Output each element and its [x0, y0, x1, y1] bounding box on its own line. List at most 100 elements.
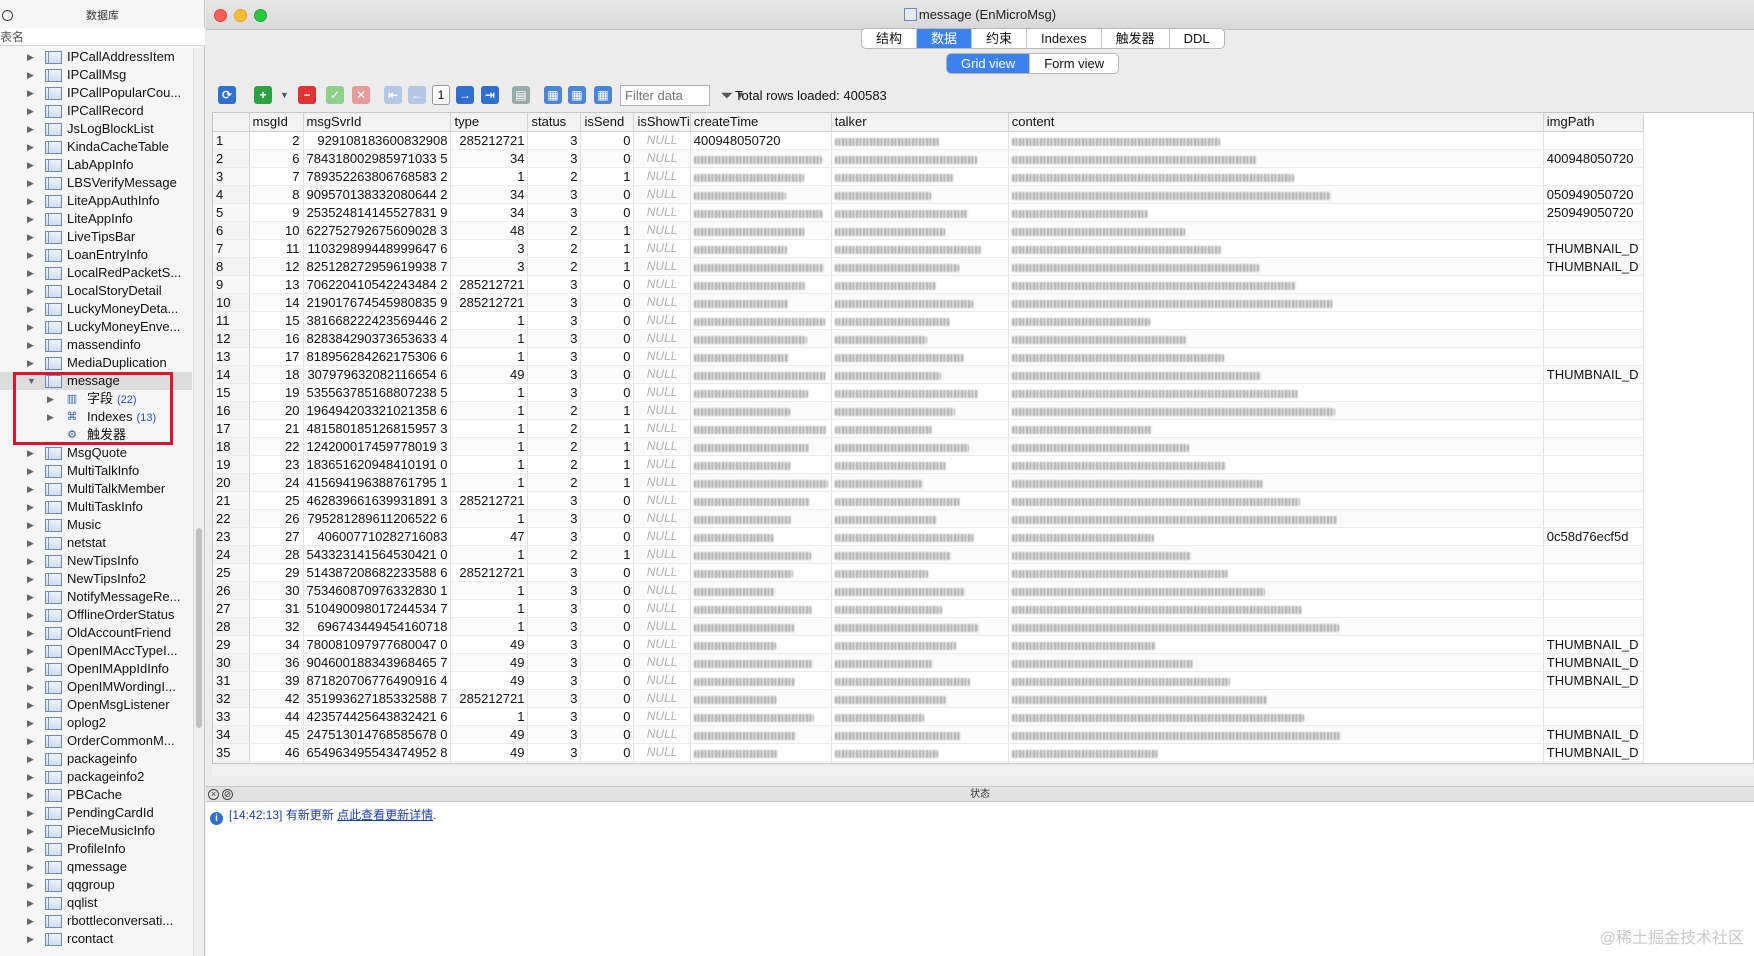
tab-2[interactable]: 约束	[972, 29, 1028, 48]
cell-msgid[interactable]: 20	[249, 401, 304, 420]
previous-page-icon[interactable]: ←	[408, 86, 426, 104]
table-row[interactable]: 33 44 423574425643832421 6 1 3 0 NULL	[213, 707, 1644, 726]
cell-status[interactable]: 3	[527, 293, 582, 312]
cell-msgsvrid[interactable]: 124200017459778019 3	[303, 437, 452, 456]
disclosure-closed-icon[interactable]: ▶	[27, 246, 37, 264]
cell-issend[interactable]: 1	[580, 401, 635, 420]
cell-issend[interactable]: 1	[580, 545, 635, 564]
disclosure-closed-icon[interactable]: ▶	[27, 732, 37, 750]
cell-imgpath[interactable]	[1543, 419, 1644, 438]
cell-msgsvrid[interactable]: 406007710282716083	[303, 527, 452, 546]
disclosure-closed-icon[interactable]: ▶	[27, 516, 37, 534]
cell-msgid[interactable]: 32	[249, 617, 304, 636]
redacted-cell[interactable]	[831, 257, 1009, 276]
redacted-cell[interactable]	[690, 293, 832, 312]
sidebar-table-item[interactable]: ▶ PieceMusicInfo	[0, 822, 192, 840]
cell-type[interactable]: 48	[450, 221, 529, 240]
cell-status[interactable]: 3	[527, 365, 582, 384]
redacted-cell[interactable]	[831, 707, 1009, 726]
sidebar-table-item[interactable]: ▶ KindaCacheTable	[0, 138, 192, 156]
cell-msgsvrid[interactable]: 909570138332080644 2	[303, 185, 452, 204]
disclosure-closed-icon[interactable]: ▶	[27, 318, 37, 336]
redacted-cell[interactable]	[1008, 617, 1544, 636]
cell-msgsvrid[interactable]: 514387208682233588 6	[303, 563, 452, 582]
cell-imgpath[interactable]: THUMBNAIL_D	[1543, 671, 1644, 690]
redacted-cell[interactable]	[1008, 707, 1544, 726]
cell-type[interactable]: 1	[450, 383, 529, 402]
table-row[interactable]: 9 13 706220410542243484 2 285212721 3 0 NULL	[213, 275, 1644, 294]
cell-isshowtimer[interactable]: NULL	[633, 401, 691, 420]
table-row[interactable]: 11 15 381668222423569446 2 1 3 0 NULL	[213, 311, 1644, 330]
table-row[interactable]: 1 2 929108183600832908 285212721 3 0 NULL 40094…	[213, 131, 1644, 150]
table-row[interactable]: 18 22 124200017459778019 3 1 2 1 NULL	[213, 437, 1644, 456]
disclosure-closed-icon[interactable]: ▶	[27, 750, 37, 768]
redacted-cell[interactable]	[690, 761, 832, 763]
redacted-cell[interactable]	[690, 365, 832, 384]
data-grid[interactable]: msgId msgSvrId type status isSend isShowTi cre…	[212, 112, 1754, 764]
column-header-msgsvrid[interactable]: msgSvrId	[303, 113, 452, 132]
redacted-cell[interactable]	[1008, 275, 1544, 294]
redacted-cell[interactable]	[690, 581, 832, 600]
sidebar-table-item[interactable]: ▶ rcontact	[0, 930, 192, 948]
sidebar-table-item[interactable]: ▶ LiteAppAuthInfo	[0, 192, 192, 210]
cell-type[interactable]: 49	[450, 653, 529, 672]
cell-createtime[interactable]: 400948050720	[690, 131, 832, 150]
disclosure-closed-icon[interactable]: ▶	[27, 624, 37, 642]
cell-msgsvrid[interactable]: 784318002985971033 5	[303, 149, 452, 168]
column-header-talker[interactable]: talker	[831, 113, 1009, 132]
sidebar-table-item[interactable]: ▶ MediaDuplication	[0, 354, 192, 372]
cell-status[interactable]: 3	[527, 617, 582, 636]
disclosure-closed-icon[interactable]: ▶	[27, 642, 37, 660]
cell-issend[interactable]: 0	[580, 743, 635, 762]
cell-isshowtimer[interactable]: NULL	[633, 653, 691, 672]
sidebar-scrollbar[interactable]	[193, 48, 204, 956]
tab-0[interactable]: 结构	[862, 29, 918, 48]
sidebar-table-item[interactable]: ▶ massendinfo	[0, 336, 192, 354]
cell-msgid[interactable]: 46	[249, 743, 304, 762]
redacted-cell[interactable]	[690, 167, 832, 186]
sidebar-child-item[interactable]: ▶ ▥ 字段 (22)	[0, 390, 192, 408]
redacted-cell[interactable]	[831, 239, 1009, 258]
table-row[interactable]: 3647145146077509705326 9130NULL	[213, 761, 1644, 763]
redacted-cell[interactable]	[831, 167, 1009, 186]
disclosure-closed-icon[interactable]: ▶	[27, 786, 37, 804]
cell-issend[interactable]: 0	[580, 689, 635, 708]
cell-imgpath[interactable]	[1543, 275, 1644, 294]
redacted-cell[interactable]	[1008, 203, 1544, 222]
disclosure-closed-icon[interactable]: ▶	[27, 876, 37, 894]
cell-msgsvrid[interactable]: 706220410542243484 2	[303, 275, 452, 294]
redacted-cell[interactable]	[690, 545, 832, 564]
table-row[interactable]: 21 25 462839661639931891 3 285212721 3 0 NULL	[213, 491, 1644, 510]
sidebar-table-item[interactable]: ▶ LuckyMoneyDeta...	[0, 300, 192, 318]
sidebar-table-item[interactable]: ▶ OpenIMAccTypeI...	[0, 642, 192, 660]
sidebar-table-item[interactable]: ▶ MultiTalkMember	[0, 480, 192, 498]
table-row[interactable]: 35 46 654963495543474952 8 49 3 0 NULL THUMBNAI…	[213, 743, 1644, 762]
cell-isshowtimer[interactable]: NULL	[633, 383, 691, 402]
cell-imgpath[interactable]	[1543, 329, 1644, 348]
cell-msgsvrid[interactable]: 828384290373653633 4	[303, 329, 452, 348]
cell-msgid[interactable]: 14	[249, 293, 304, 312]
cell-imgpath[interactable]	[1543, 473, 1644, 492]
cell-imgpath[interactable]	[1543, 401, 1644, 420]
redacted-cell[interactable]	[831, 545, 1009, 564]
sidebar-table-item[interactable]: ▶ NewTipsInfo2	[0, 570, 192, 588]
table-row[interactable]: 5 9 253524814145527831 9 34 3 0 NULL 2509490507…	[213, 203, 1644, 222]
cell-msgid[interactable]: 30	[249, 581, 304, 600]
redacted-cell[interactable]	[1008, 329, 1544, 348]
redacted-cell[interactable]	[831, 437, 1009, 456]
redacted-cell[interactable]	[1008, 185, 1544, 204]
cell-status[interactable]: 3	[527, 599, 582, 618]
filter-data-input[interactable]	[620, 85, 710, 106]
table-row[interactable]: 20 24 415694196388761795 1 1 2 1 NULL	[213, 473, 1644, 492]
cell-issend[interactable]: 1	[580, 167, 635, 186]
cell-isshowtimer[interactable]: NULL	[633, 419, 691, 438]
disclosure-closed-icon[interactable]: ▶	[27, 570, 37, 588]
cell-issend[interactable]: 1	[580, 257, 635, 276]
disclosure-closed-icon[interactable]: ▶	[27, 444, 37, 462]
table-row[interactable]: 27 31 510490098017244534 7 1 3 0 NULL	[213, 599, 1644, 618]
cell-issend[interactable]: 1	[580, 221, 635, 240]
redacted-cell[interactable]	[690, 473, 832, 492]
disclosure-closed-icon[interactable]: ▶	[27, 804, 37, 822]
cell-msgsvrid[interactable]: 196494203321021358 6	[303, 401, 452, 420]
cell-isshowtimer[interactable]: NULL	[633, 761, 691, 763]
